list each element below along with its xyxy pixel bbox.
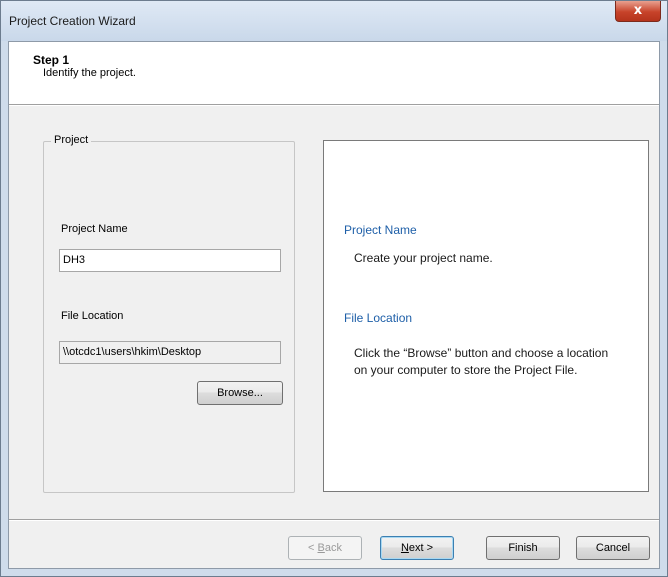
help-file-location-text: Click the “Browse” button and choose a l…: [354, 346, 609, 377]
footer-separator-highlight: [9, 520, 659, 521]
window-title: Project Creation Wizard: [9, 14, 136, 28]
file-location-label: File Location: [61, 310, 124, 322]
back-accel: B: [317, 542, 325, 554]
project-name-input[interactable]: DH3: [59, 249, 281, 272]
next-rest: ext >: [408, 542, 434, 554]
help-file-location-heading: File Location: [344, 311, 413, 325]
browse-button[interactable]: Browse...: [197, 381, 283, 405]
title-bar[interactable]: Project Creation Wizard x: [1, 1, 667, 41]
finish-button[interactable]: Finish: [486, 536, 560, 560]
back-rest: ack: [324, 542, 342, 554]
cancel-button[interactable]: Cancel: [576, 536, 650, 560]
wizard-window: Project Creation Wizard x Step 1 Identif…: [0, 0, 668, 577]
help-project-name-text: Create your project name.: [354, 251, 493, 265]
header-separator: [9, 105, 659, 106]
step-title: Step 1: [33, 53, 70, 67]
help-project-name-heading: Project Name: [344, 223, 417, 237]
help-panel: Project Name Create your project name. F…: [323, 140, 649, 492]
next-button[interactable]: Next >: [380, 536, 454, 560]
close-icon: x: [633, 3, 643, 18]
step-subtitle: Identify the project.: [43, 67, 136, 79]
file-location-field[interactable]: \\otcdc1\users\hkim\Desktop: [59, 341, 281, 364]
next-accel: N: [400, 542, 409, 554]
project-group-label: Project: [51, 134, 92, 146]
close-button[interactable]: x: [615, 1, 661, 22]
step-header: Step 1 Identify the project.: [9, 42, 659, 105]
project-name-label: Project Name: [61, 223, 128, 235]
back-prefix: <: [308, 542, 318, 554]
wizard-client-area: Step 1 Identify the project. Project Pro…: [8, 41, 660, 569]
back-button[interactable]: < Back: [288, 536, 362, 560]
